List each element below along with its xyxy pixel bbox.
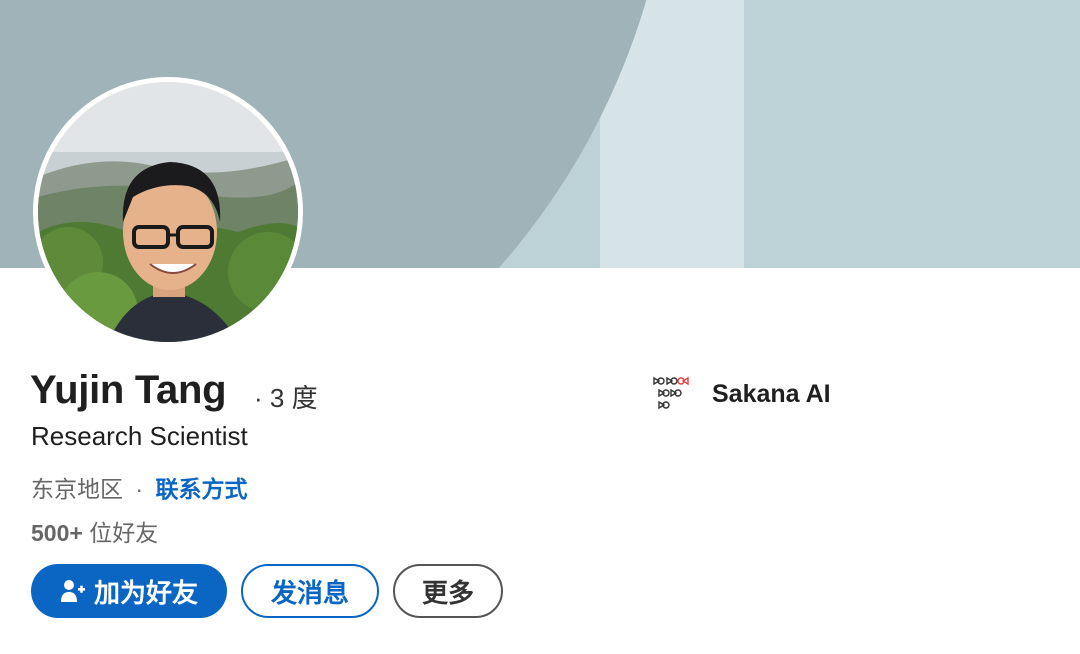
sakana-fish-school-icon bbox=[653, 376, 689, 410]
more-button[interactable]: 更多 bbox=[393, 564, 503, 618]
connections-number: 500+ bbox=[31, 520, 83, 546]
company-name: Sakana AI bbox=[712, 379, 831, 408]
location-row: 东京地区 · 联系方式 bbox=[31, 470, 247, 504]
message-button-label: 发消息 bbox=[270, 577, 349, 608]
contact-info-link[interactable]: 联系方式 bbox=[155, 476, 247, 502]
avatar[interactable] bbox=[33, 77, 303, 347]
message-button[interactable]: 发消息 bbox=[241, 564, 379, 618]
avatar-photo bbox=[38, 82, 298, 342]
location-separator: · bbox=[135, 476, 144, 502]
connections-label: 位好友 bbox=[89, 520, 159, 546]
location-text: 东京地区 bbox=[31, 476, 123, 502]
profile-name: Yujin Tang bbox=[30, 368, 227, 412]
connect-button[interactable]: 加为好友 bbox=[31, 564, 227, 618]
connection-degree: · 3 度 bbox=[254, 383, 318, 413]
connect-button-label: 加为好友 bbox=[93, 577, 198, 608]
add-person-icon bbox=[60, 578, 86, 604]
more-button-label: 更多 bbox=[421, 577, 474, 608]
current-company[interactable]: Sakana AI bbox=[650, 372, 831, 416]
connections-count[interactable]: 500+ 位好友 bbox=[31, 514, 158, 548]
profile-headline: Research Scientist bbox=[31, 421, 248, 451]
